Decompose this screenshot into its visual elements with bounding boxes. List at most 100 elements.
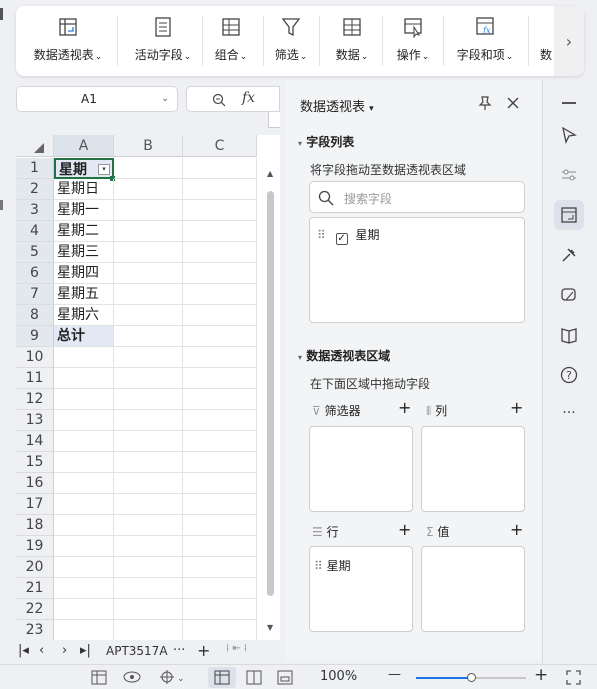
grid-cell[interactable] [54, 557, 114, 578]
row-header[interactable]: 3 [16, 200, 54, 221]
add-value-button[interactable]: + [510, 520, 523, 539]
pane-title[interactable]: 数据透视表 ▾ [300, 96, 374, 115]
grid-cell[interactable] [54, 599, 114, 620]
grid-cell[interactable] [54, 473, 114, 494]
ribbon-scroll-right-button[interactable]: › [554, 6, 584, 76]
row-header[interactable]: 16 [16, 473, 54, 494]
focus-mode-icon[interactable]: ⌄ [160, 670, 186, 684]
grid-cell[interactable]: 总计 [54, 326, 114, 347]
zoom-slider[interactable] [416, 673, 526, 682]
grid-cell[interactable] [183, 515, 257, 536]
close-icon[interactable] [507, 97, 519, 109]
grid-cell[interactable]: 星期一 [54, 200, 114, 221]
grid-cell[interactable] [114, 515, 183, 536]
pivot-panel-icon[interactable] [554, 200, 584, 230]
filter-drop-zone[interactable] [309, 426, 413, 512]
row-header[interactable]: 17 [16, 494, 54, 515]
row-header[interactable]: 21 [16, 578, 54, 599]
zoom-level[interactable]: 100% [320, 669, 357, 684]
zoom-in-button[interactable]: + [534, 665, 548, 685]
adjust-icon[interactable] [554, 160, 584, 190]
rows-drop-zone[interactable]: ⠿ 星期 [309, 546, 413, 632]
grid-cell[interactable] [114, 179, 183, 200]
row-header[interactable]: 9 [16, 326, 54, 347]
row-header[interactable]: 7 [16, 284, 54, 305]
row-field-item[interactable]: ⠿ 星期 [314, 557, 351, 574]
column-header-a[interactable]: A [54, 135, 114, 157]
operate-button[interactable]: 操作⌄ [388, 6, 438, 76]
grid-cell[interactable] [183, 347, 257, 368]
page-layout-icon[interactable] [246, 670, 262, 685]
grid-cell[interactable] [183, 452, 257, 473]
sheet-tab[interactable]: APT3517A [106, 644, 168, 658]
grid-cell[interactable] [54, 536, 114, 557]
grid-cell[interactable] [183, 599, 257, 620]
prev-sheet-icon[interactable]: ‹ [39, 643, 44, 658]
row-header[interactable]: 1 [16, 158, 54, 179]
grid-cell[interactable]: 星期五 [54, 284, 114, 305]
grid-cell[interactable] [183, 284, 257, 305]
scroll-down-icon[interactable]: ▼ [267, 623, 273, 632]
tools-icon[interactable] [554, 240, 584, 270]
row-header[interactable]: 2 [16, 179, 54, 200]
tab-splitter[interactable]: ⁞ ⇤ ⁞ [226, 643, 247, 654]
grid-cell[interactable] [183, 494, 257, 515]
fields-items-button[interactable]: fx 字段和项⌄ [452, 6, 518, 76]
grid-cell[interactable] [54, 347, 114, 368]
grid-cell[interactable] [54, 578, 114, 599]
grid-cell[interactable] [114, 578, 183, 599]
book-icon[interactable] [554, 320, 584, 350]
grid-cell[interactable] [114, 305, 183, 326]
row-header[interactable]: 15 [16, 452, 54, 473]
scroll-thumb[interactable] [267, 191, 274, 596]
grid-cell[interactable] [114, 200, 183, 221]
grid-cell[interactable] [114, 494, 183, 515]
fx-icon[interactable]: fx [242, 90, 255, 106]
search-field-input[interactable]: 搜索字段 [309, 181, 525, 213]
grid-cell[interactable] [114, 284, 183, 305]
add-column-button[interactable]: + [510, 398, 523, 417]
grid-cell[interactable] [183, 620, 257, 640]
grid-cell[interactable] [114, 410, 183, 431]
columns-drop-zone[interactable] [421, 426, 525, 512]
vertical-scrollbar[interactable]: ▲ ▼ [262, 161, 280, 637]
row-header[interactable]: 19 [16, 536, 54, 557]
name-box[interactable]: A1 ⌄ [16, 86, 178, 112]
row-header[interactable]: 10 [16, 347, 54, 368]
areas-section-header[interactable]: ▾ 数据透视表区域 [298, 347, 390, 364]
last-sheet-icon[interactable]: ▸| [80, 643, 91, 658]
formula-bar[interactable]: fx [186, 86, 280, 112]
grid-cell[interactable] [183, 473, 257, 494]
zoom-out-button[interactable]: — [388, 667, 401, 682]
grid-cell[interactable] [183, 263, 257, 284]
grid-cell[interactable] [114, 557, 183, 578]
add-filter-button[interactable]: + [398, 398, 411, 417]
grid-cell[interactable] [114, 347, 183, 368]
column-header-b[interactable]: B [114, 135, 183, 157]
zoom-slider-knob[interactable] [467, 673, 476, 682]
row-header[interactable]: 23 [16, 620, 54, 640]
pivot-table-button[interactable]: 数据透视表⌄ [28, 6, 108, 76]
grid-cell[interactable]: 星期三 [54, 242, 114, 263]
grid-cell[interactable] [183, 431, 257, 452]
add-sheet-button[interactable]: + [197, 641, 210, 660]
more-options-icon[interactable]: ··· [554, 398, 584, 428]
grid-cell[interactable] [114, 263, 183, 284]
grid-cell[interactable] [114, 221, 183, 242]
grid-cell[interactable] [54, 452, 114, 473]
scroll-up-icon[interactable]: ▲ [267, 169, 273, 178]
grid-cell[interactable] [183, 557, 257, 578]
grid-cell[interactable] [114, 158, 183, 179]
grid-cell[interactable] [183, 179, 257, 200]
add-row-button[interactable]: + [398, 520, 411, 539]
grid-cell[interactable]: 星期六 [54, 305, 114, 326]
more-sheets-button[interactable]: ··· [173, 643, 185, 658]
grid-cell[interactable] [183, 305, 257, 326]
grid-cell[interactable]: 星期四 [54, 263, 114, 284]
spreadsheet-grid[interactable]: A B C 1 星期 ▾ 2 星期日 3 星期一 4 星期二 5 星期三 6 星期四 7 星期五 8 星期六 9 总… [16, 135, 280, 640]
row-header[interactable]: 20 [16, 557, 54, 578]
grid-cell[interactable] [183, 536, 257, 557]
field-item-weekday[interactable]: ⠿ ✓ 星期 [317, 226, 379, 245]
filter-dropdown-icon[interactable]: ▾ [98, 164, 110, 175]
row-header[interactable]: 6 [16, 263, 54, 284]
